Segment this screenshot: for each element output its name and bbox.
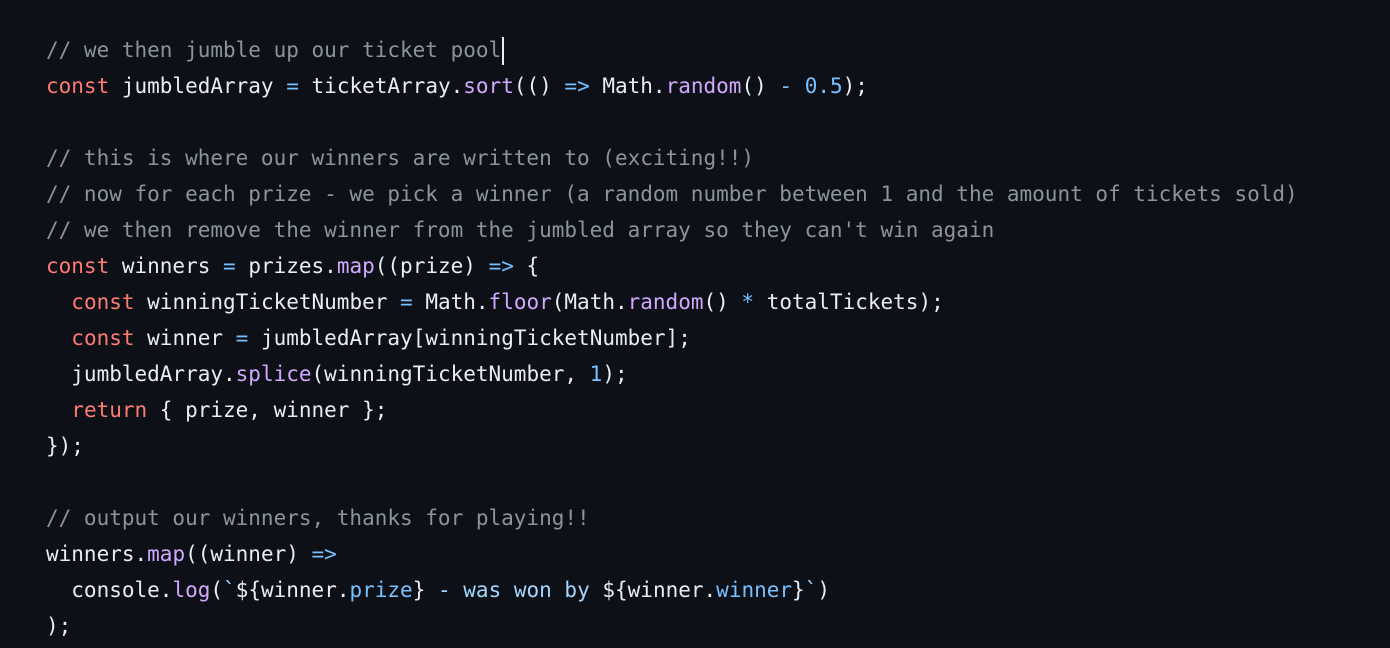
code-token: ( [210, 578, 224, 602]
code-token: winners [109, 254, 224, 278]
code-line[interactable]: // this is where our winners are written… [46, 140, 1390, 176]
code-editor[interactable]: // we then jumble up our ticket pool cons… [0, 0, 1390, 648]
code-token: console. [46, 578, 173, 602]
code-comment: // we then remove the winner from the ju… [46, 218, 995, 242]
code-token: const [71, 326, 135, 350]
code-token: } [792, 578, 805, 602]
code-comment: // now for each prize - we pick a winner… [46, 182, 1298, 206]
code-token: { [513, 254, 540, 278]
code-token: Math. [589, 74, 666, 98]
code-line[interactable]: console.log(`${winner.prize} - was won b… [46, 572, 1390, 608]
code-line[interactable]: // now for each prize - we pick a winner… [46, 176, 1390, 212]
code-token: ); [842, 74, 868, 98]
code-token: prize [349, 578, 413, 602]
code-token: ); [46, 614, 72, 638]
code-line[interactable]: // output our winners, thanks for playin… [46, 500, 1390, 536]
code-token: (winningTicketNumber, [311, 362, 590, 386]
code-token: = [223, 254, 236, 278]
code-token: winner [716, 578, 793, 602]
code-token: splice [235, 362, 312, 386]
code-line[interactable]: const winningTicketNumber = Math.floor(M… [46, 284, 1390, 320]
code-token: = [286, 74, 299, 98]
code-token: ((prize) [374, 254, 489, 278]
code-token: sort [463, 74, 514, 98]
code-token: ) [817, 578, 830, 602]
code-token: random [627, 290, 704, 314]
code-token: winners. [46, 542, 148, 566]
code-token: * [741, 290, 755, 314]
code-comment: // this is where our winners are written… [46, 146, 755, 170]
code-comment: // output our winners, thanks for playin… [46, 506, 590, 530]
code-token: 0.5 [804, 74, 843, 98]
code-token: => [564, 74, 590, 98]
code-token: jumbledArray. [46, 362, 236, 386]
code-token: jumbledArray[winningTicketNumber]; [248, 326, 691, 350]
code-token: totalTickets); [754, 290, 944, 314]
code-token: map [336, 254, 375, 278]
code-block[interactable]: // we then jumble up our ticket pool cons… [46, 32, 1390, 644]
code-line[interactable]: const jumbledArray = ticketArray.sort(()… [46, 68, 1390, 104]
code-token: return [71, 398, 148, 422]
code-line[interactable]: return { prize, winner }; [46, 392, 1390, 428]
code-line[interactable] [46, 104, 1390, 140]
code-token: { prize, winner }; [147, 398, 388, 422]
code-token: const [46, 254, 110, 278]
code-token: Math. [412, 290, 489, 314]
code-token: const [71, 290, 135, 314]
code-token: floor [488, 290, 552, 314]
code-token: => [311, 542, 337, 566]
code-token: (Math. [551, 290, 628, 314]
code-token: ); [602, 362, 628, 386]
code-token: ((winner) [185, 542, 312, 566]
code-comment: // we then jumble up our ticket pool [46, 38, 502, 62]
code-token: random [665, 74, 742, 98]
code-token: map [147, 542, 186, 566]
code-line[interactable]: jumbledArray.splice(winningTicketNumber,… [46, 356, 1390, 392]
code-token: - [779, 74, 793, 98]
code-line[interactable]: // we then remove the winner from the ju… [46, 212, 1390, 248]
code-token: log [172, 578, 211, 602]
code-token: = [400, 290, 413, 314]
code-line[interactable]: const winners = prizes.map((prize) => { [46, 248, 1390, 284]
code-token: (() [513, 74, 565, 98]
code-token: ` [804, 578, 818, 602]
code-line[interactable]: }); [46, 428, 1390, 464]
text-cursor [502, 37, 505, 65]
code-token: winningTicketNumber [134, 290, 401, 314]
code-line[interactable]: // we then jumble up our ticket pool [46, 32, 1390, 68]
code-token: prizes. [235, 254, 337, 278]
code-token: 1 [589, 362, 603, 386]
code-line[interactable]: const winner = jumbledArray[winningTicke… [46, 320, 1390, 356]
code-token: () [703, 290, 742, 314]
code-token: => [488, 254, 514, 278]
code-token: = [235, 326, 249, 350]
code-token: ticketArray. [298, 74, 464, 98]
code-token: ` [223, 578, 236, 602]
code-token: - was won by [425, 578, 603, 602]
code-token: ${winner. [235, 578, 350, 602]
code-token: winner [134, 326, 236, 350]
code-token: } [412, 578, 426, 602]
code-token: const [46, 74, 110, 98]
code-token: ${winner. [602, 578, 717, 602]
code-token: () [741, 74, 780, 98]
code-line[interactable]: winners.map((winner) => [46, 536, 1390, 572]
code-token: }); [46, 434, 84, 458]
code-token: jumbledArray [109, 74, 287, 98]
code-line[interactable]: ); [46, 608, 1390, 644]
code-line[interactable] [46, 464, 1390, 500]
